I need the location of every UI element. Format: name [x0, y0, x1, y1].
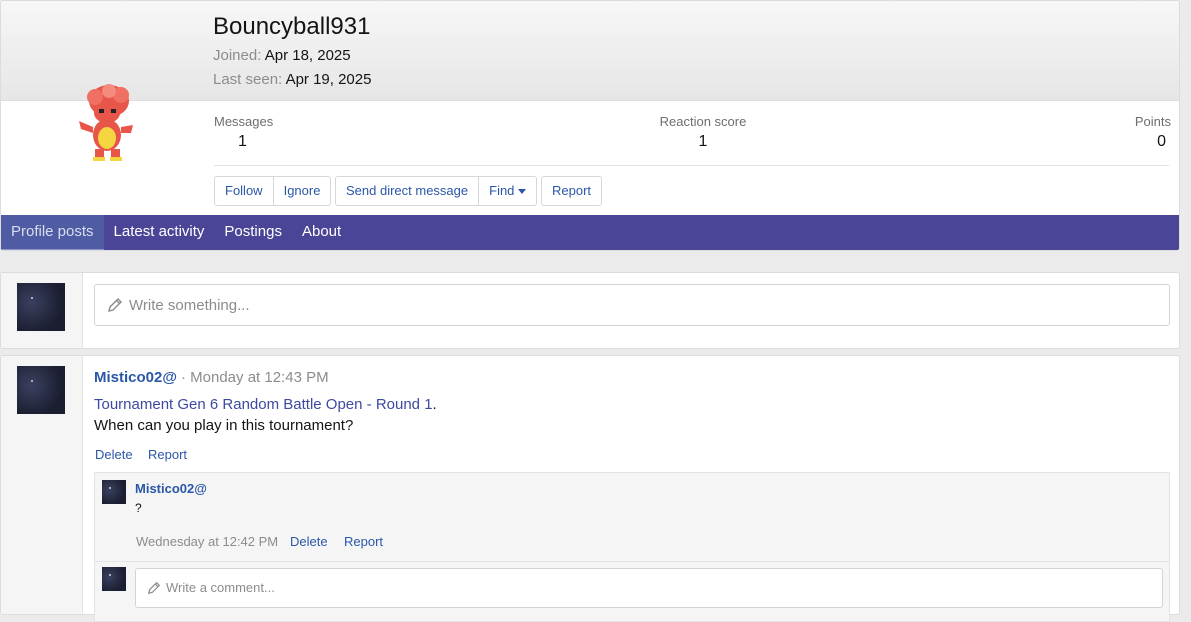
avatar[interactable]	[17, 283, 65, 331]
stat-label: Reaction score	[659, 114, 747, 129]
stat-reaction-score: Reaction score 1	[651, 114, 755, 151]
tournament-link[interactable]: Tournament Gen 6 Random Battle Open - Ro…	[94, 396, 433, 413]
profile-banner	[1, 1, 1179, 101]
stat-value[interactable]: 1	[651, 133, 755, 151]
joined-value: Apr 18, 2025	[264, 47, 351, 64]
send-direct-message-button[interactable]: Send direct message	[336, 177, 480, 205]
tab-postings[interactable]: Postings	[214, 215, 292, 250]
post-link-line: Tournament Gen 6 Random Battle Open - Ro…	[94, 396, 437, 413]
chevron-down-icon	[518, 189, 527, 195]
delete-comment-button[interactable]: Delete	[290, 534, 328, 549]
write-comment-placeholder: Write a comment...	[166, 580, 275, 595]
post-author-link[interactable]: Mistico02@	[94, 369, 177, 386]
pokemon-sprite-icon[interactable]	[71, 83, 143, 167]
report-comment-button[interactable]: Report	[344, 534, 383, 549]
stat-label: Messages	[214, 114, 274, 129]
last-seen-line: Last seen: Apr 19, 2025	[213, 71, 371, 88]
post-body-text: When can you play in this tournament?	[94, 417, 354, 434]
stat-messages: Messages 1	[214, 114, 273, 151]
last-seen-value: Apr 19, 2025	[285, 71, 372, 88]
tab-profile-posts[interactable]: Profile posts	[1, 215, 104, 250]
profile-post: Mistico02@ · Monday at 12:43 PM Tourname…	[0, 355, 1180, 622]
report-post-button[interactable]: Report	[148, 447, 187, 462]
tab-about[interactable]: About	[292, 215, 351, 250]
find-dropdown-button[interactable]: Find	[479, 177, 536, 205]
follow-ignore-group: Follow Ignore	[214, 176, 332, 206]
ignore-button[interactable]: Ignore	[274, 177, 331, 205]
report-group: Report	[541, 176, 603, 206]
last-seen-label: Last seen:	[213, 71, 283, 88]
avatar[interactable]	[17, 366, 65, 414]
stat-value[interactable]: 1	[214, 133, 273, 151]
comment-body-text: ?	[135, 501, 142, 515]
avatar[interactable]	[102, 480, 126, 504]
comment-timestamp[interactable]: Wednesday at 12:42 PM	[136, 534, 278, 549]
profile-header: Bouncyball931 Joined: Apr 18, 2025 Last …	[0, 0, 1180, 251]
stat-points: Points 0	[1111, 114, 1171, 151]
post-avatar-column	[1, 356, 83, 614]
comments-section: Mistico02@ ? Wednesday at 12:42 PM Delet…	[94, 472, 1170, 622]
write-something-input[interactable]: Write something...	[94, 284, 1170, 326]
stats-divider	[214, 165, 1169, 166]
profile-tabs: Profile posts Latest activity Postings A…	[1, 215, 1179, 250]
post-timestamp[interactable]: · Monday at 12:43 PM	[181, 369, 329, 386]
stat-value[interactable]: 0	[1111, 133, 1171, 151]
avatar[interactable]	[102, 567, 126, 591]
find-label: Find	[489, 183, 515, 198]
follow-button[interactable]: Follow	[215, 177, 274, 205]
write-something-placeholder: Write something...	[129, 297, 250, 314]
joined-line: Joined: Apr 18, 2025	[213, 47, 351, 64]
report-profile-button[interactable]: Report	[542, 177, 601, 205]
joined-label: Joined:	[213, 47, 262, 64]
delete-post-button[interactable]: Delete	[95, 447, 133, 462]
comment-divider	[95, 561, 1169, 562]
message-find-group: Send direct message Find	[335, 176, 538, 206]
write-comment-input[interactable]: Write a comment...	[135, 568, 1163, 608]
pencil-icon	[147, 581, 161, 595]
composer-avatar-column	[1, 273, 83, 348]
profile-post-composer: Write something...	[0, 272, 1180, 349]
tab-latest-activity[interactable]: Latest activity	[104, 215, 215, 250]
stat-label: Points	[1134, 114, 1171, 129]
profile-username: Bouncyball931	[213, 13, 371, 40]
comment-author-link[interactable]: Mistico02@	[135, 481, 207, 496]
pencil-icon	[108, 298, 122, 312]
link-suffix: .	[432, 396, 437, 413]
